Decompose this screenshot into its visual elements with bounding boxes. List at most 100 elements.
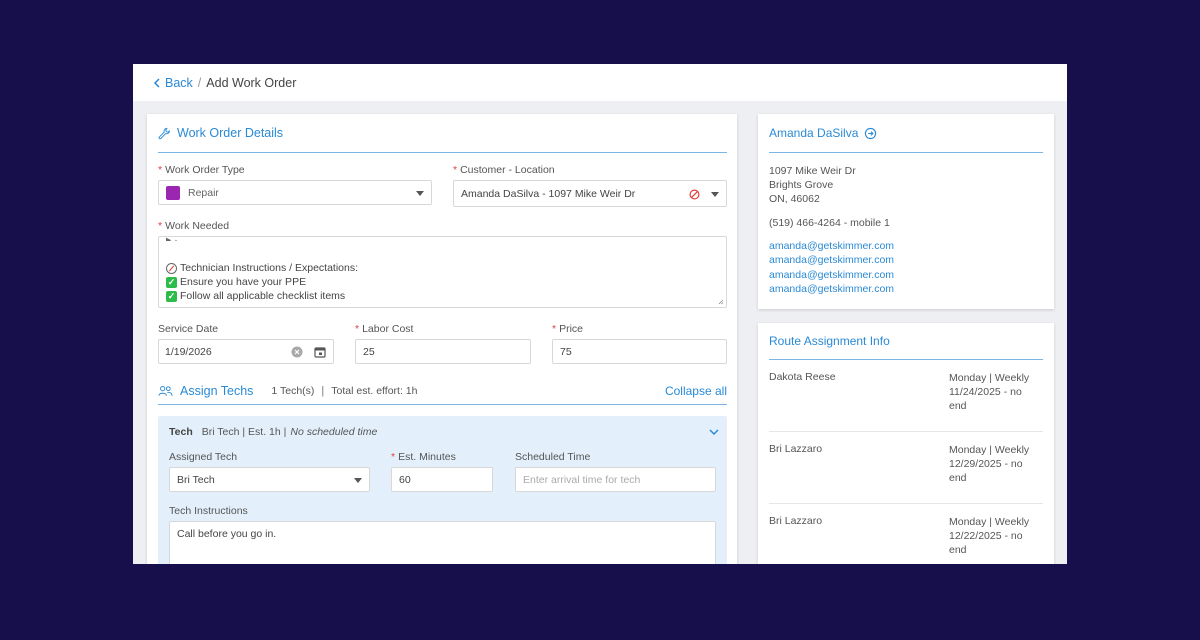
est-minutes-input[interactable]: 60: [391, 467, 493, 492]
summary-separator: |: [321, 384, 325, 397]
textarea-line: ✓ Ensure you have your PPE: [166, 276, 307, 288]
top-bar: Back / Add Work Order: [133, 64, 1067, 101]
labor-cost-label: Labor Cost: [362, 323, 414, 335]
wrench-icon: [158, 127, 170, 139]
work-order-type-group: * Work Order Type Repair: [158, 164, 432, 205]
email-link[interactable]: amanda@getskimmer.com: [769, 282, 1043, 296]
tech-instructions-label: Tech Instructions: [169, 505, 248, 517]
tech-count: 1 Tech(s): [271, 384, 315, 397]
customer-location-value: Amanda DaSilva - 1097 Mike Weir Dr: [461, 187, 636, 200]
email-link[interactable]: amanda@getskimmer.com: [769, 253, 1043, 267]
work-order-type-select[interactable]: Repair: [158, 180, 432, 205]
caret-down-icon: [711, 192, 719, 197]
route-tech: Dakota Reese: [769, 371, 836, 383]
est-minutes-group: * Est. Minutes 60: [391, 451, 493, 492]
route-tech: Bri Lazzaro: [769, 515, 823, 527]
clear-circle-icon[interactable]: [291, 346, 303, 358]
collapse-all-button[interactable]: Collapse all: [665, 384, 727, 398]
address-line-2: Brights Grove: [769, 179, 834, 191]
route-schedule: Monday | Weekly 12/29/2025 - no end: [949, 444, 1030, 484]
labor-cost-input[interactable]: 25: [355, 339, 531, 364]
back-label: Back: [165, 75, 193, 90]
assigned-tech-select[interactable]: Bri Tech: [169, 467, 370, 492]
customer-name-link[interactable]: Amanda DaSilva: [769, 126, 858, 140]
tech-instructions-textarea[interactable]: Call before you go in.: [169, 521, 716, 564]
work-order-type-label: Work Order Type: [165, 164, 245, 176]
tech-panel-header[interactable]: Tech Bri Tech | Est. 1h | No scheduled t…: [169, 426, 719, 438]
route-assignment-card: Route Assignment Info Dakota Reese Monda…: [758, 323, 1054, 564]
service-date-input[interactable]: 1/19/2026: [158, 339, 334, 364]
calendar-icon[interactable]: [314, 346, 326, 358]
scheduled-time-input[interactable]: Enter arrival time for tech: [515, 467, 716, 492]
scheduled-time-group: Scheduled Time Enter arrival time for te…: [515, 451, 716, 492]
page-title: Add Work Order: [206, 75, 297, 90]
customer-location-select[interactable]: Amanda DaSilva - 1097 Mike Weir Dr: [453, 180, 727, 207]
email-link[interactable]: amanda@getskimmer.com: [769, 268, 1043, 282]
route-row: Bri Lazzaro Monday | Weekly 12/29/2025 -…: [769, 432, 1043, 504]
scheduled-time-placeholder: Enter arrival time for tech: [523, 473, 641, 486]
assigned-tech-value: Bri Tech: [177, 473, 215, 486]
chevron-down-icon[interactable]: [709, 428, 719, 436]
tech-schedule-status: No scheduled time: [290, 426, 378, 438]
route-row: Bri Lazzaro Monday | Weekly 12/22/2025 -…: [769, 504, 1043, 564]
tech-instructions-value: Call before you go in.: [177, 528, 277, 540]
customer-address: 1097 Mike Weir Dr Brights Grove ON, 4606…: [769, 164, 1043, 206]
customer-phone: (519) 466-4264 - mobile 1: [769, 217, 890, 229]
service-date-value: 1/19/2026: [165, 345, 212, 358]
checkmark-icon: ✓: [166, 276, 177, 288]
customer-emails: amanda@getskimmer.com amanda@getskimmer.…: [769, 239, 1043, 296]
work-needed-group: *Work Needed ▸ · Technician Instructions…: [158, 220, 727, 308]
address-line-1: 1097 Mike Weir Dr: [769, 165, 856, 177]
breadcrumb-separator: /: [197, 75, 202, 90]
route-schedule: Monday | Weekly 12/22/2025 - no end: [949, 516, 1030, 556]
section-title: Work Order Details: [177, 126, 284, 140]
clear-icon[interactable]: [689, 189, 700, 200]
chevron-left-icon: [153, 77, 160, 88]
back-link[interactable]: Back: [153, 76, 193, 90]
arrow-circle-right-icon[interactable]: [864, 127, 877, 140]
price-group: * Price 75: [552, 323, 727, 364]
labor-cost-group: * Labor Cost 25: [355, 323, 531, 364]
caret-down-icon: [416, 191, 424, 196]
route-title: Route Assignment Info: [769, 334, 890, 348]
est-minutes-label: Est. Minutes: [398, 451, 456, 463]
textarea-line: Technician Instructions / Expectations:: [166, 261, 719, 275]
assign-techs-header: Assign Techs 1 Tech(s) | Total est. effo…: [158, 377, 727, 405]
work-needed-textarea[interactable]: ▸ · Technician Instructions / Expectatio…: [158, 236, 727, 308]
tech-header-label: Tech: [169, 426, 193, 438]
service-date-label: Service Date: [158, 323, 219, 335]
price-label: Price: [559, 323, 584, 335]
email-link[interactable]: amanda@getskimmer.com: [769, 239, 1043, 253]
address-line-3: ON, 46062: [769, 193, 820, 205]
users-icon: [158, 385, 173, 396]
assigned-tech-group: Assigned Tech Bri Tech: [169, 451, 370, 492]
work-needed-label: Work Needed: [165, 220, 230, 232]
customer-header: Amanda DaSilva: [769, 114, 1043, 153]
textarea-line: ✓ Follow all applicable checklist items: [166, 290, 346, 302]
customer-location-group: * Customer - Location Amanda DaSilva - 10…: [453, 164, 727, 207]
total-effort: Total est. effort: 1h: [331, 384, 418, 397]
work-order-details-card: Work Order Details * Work Order Type Repa…: [147, 114, 737, 564]
resize-handle-icon[interactable]: [718, 299, 724, 305]
route-row: Dakota Reese Monday | Weekly 11/24/2025 …: [769, 360, 1043, 432]
assign-techs-title: Assign Techs: [180, 383, 254, 398]
tech-panel: Tech Bri Tech | Est. 1h | No scheduled t…: [158, 416, 727, 564]
work-order-app: Back / Add Work Order Work Order Details…: [133, 64, 1067, 564]
service-date-group: Service Date 1/19/2026: [158, 323, 334, 364]
price-value: 75: [560, 345, 572, 358]
checkmark-icon: ✓: [166, 290, 177, 302]
customer-card: Amanda DaSilva 1097 Mike Weir Dr Brights…: [758, 114, 1054, 309]
work-order-details-header: Work Order Details: [158, 114, 727, 153]
est-minutes-value: 60: [399, 473, 411, 486]
assigned-tech-label: Assigned Tech: [169, 451, 238, 463]
route-schedule: Monday | Weekly 11/24/2025 - no end: [949, 372, 1030, 412]
tech-instructions-group: Tech Instructions Call before you go in.: [169, 505, 716, 564]
tech-summary: Bri Tech | Est. 1h |: [201, 426, 287, 438]
type-color-swatch: [166, 185, 180, 200]
work-order-type-value: Repair: [188, 186, 219, 199]
caret-down-icon: [354, 478, 362, 483]
customer-location-label: Customer - Location: [460, 164, 555, 176]
route-header: Route Assignment Info: [769, 323, 1043, 360]
price-input[interactable]: 75: [552, 339, 727, 364]
scheduled-time-label: Scheduled Time: [515, 451, 591, 463]
